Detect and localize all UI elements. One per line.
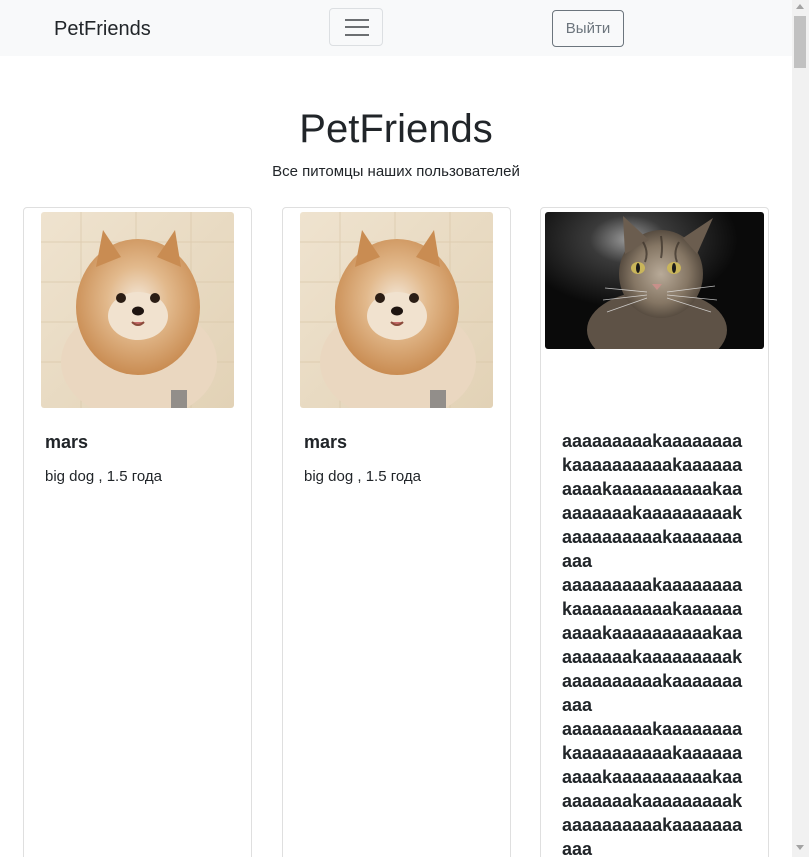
page-title: PetFriends [299, 107, 493, 151]
scroll-down-arrow-icon[interactable] [796, 845, 804, 850]
pet-photo[interactable] [300, 212, 493, 408]
tabby-cat-image [545, 212, 764, 349]
hamburger-icon [345, 34, 369, 36]
hamburger-icon [345, 26, 369, 28]
pet-card[interactable]: mars big dog , 1.5 года [23, 207, 252, 857]
pet-name: mars [304, 432, 348, 452]
pet-photo[interactable] [545, 212, 764, 349]
pet-info: big dog , 1.5 года [45, 468, 162, 485]
pomeranian-dog-image [300, 212, 493, 408]
logout-button[interactable]: Выйти [552, 10, 624, 47]
navbar-brand[interactable]: PetFriends [54, 16, 151, 42]
hamburger-icon [345, 19, 369, 21]
page: PetFriends Выйти PetFriends Все питомцы … [0, 0, 809, 857]
pet-name: aaaaaaaaakaaaaaaaakaaaaaaaaaakaaaaaaaaaa… [562, 431, 743, 857]
scrollbar-thumb[interactable] [794, 16, 806, 68]
pet-name: mars [45, 432, 89, 452]
pet-info: big dog , 1.5 года [304, 468, 421, 485]
navbar-toggler-button[interactable] [329, 8, 383, 46]
vertical-scrollbar[interactable] [792, 0, 809, 857]
page-subtitle: Все питомцы наших пользователей [272, 163, 520, 180]
pet-card[interactable]: aaaaaaaaakaaaaaaaakaaaaaaaaaakaaaaaaaaaa… [540, 207, 769, 857]
navbar: PetFriends Выйти [0, 0, 792, 56]
pet-photo[interactable] [41, 212, 234, 408]
pet-card[interactable]: mars big dog , 1.5 года [282, 207, 511, 857]
pomeranian-dog-image [41, 212, 234, 408]
scroll-up-arrow-icon[interactable] [796, 4, 804, 9]
